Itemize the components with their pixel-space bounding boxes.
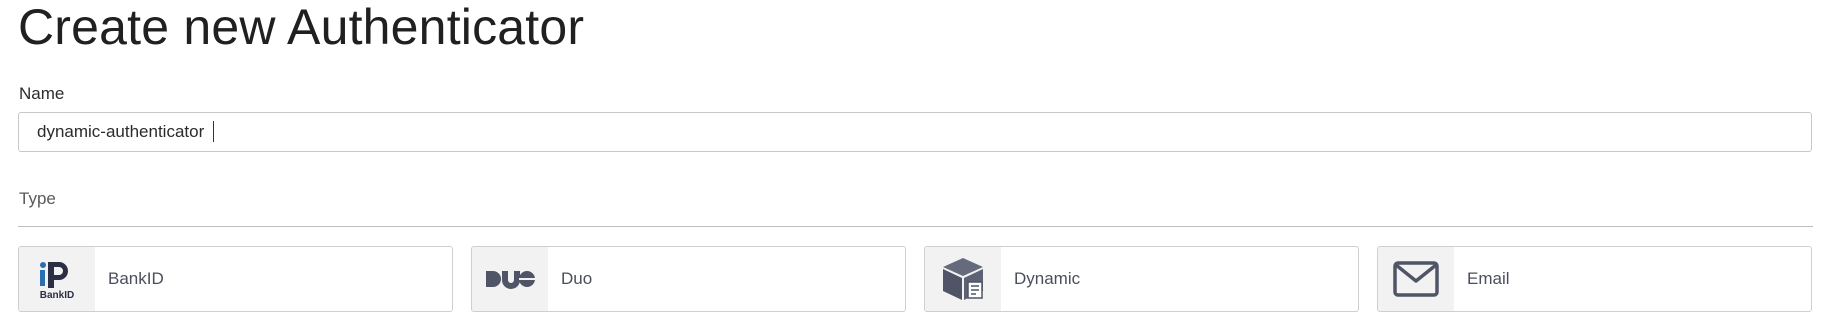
type-card-label: Duo — [561, 269, 593, 288]
type-card-email[interactable]: Email — [1377, 246, 1812, 312]
type-card-duo[interactable]: Duo — [471, 246, 906, 312]
bankid-icon-text: BankID — [40, 290, 74, 301]
type-card-label: Dynamic — [1014, 269, 1081, 288]
bankid-icon: BankID — [19, 247, 95, 311]
type-card-label: Email — [1467, 269, 1510, 288]
type-card-dynamic[interactable]: Dynamic — [924, 246, 1359, 312]
type-label: Type — [19, 189, 56, 208]
page-title: Create new Authenticator — [18, 0, 585, 55]
divider — [18, 226, 1813, 227]
envelope-icon — [1378, 247, 1454, 311]
type-card-label: BankID — [108, 269, 164, 288]
type-grid: BankID BankID Duo Dynamic Email — [18, 246, 1812, 312]
package-icon — [925, 247, 1001, 311]
duo-icon — [472, 247, 548, 311]
name-label: Name — [19, 84, 65, 103]
name-input[interactable] — [18, 112, 1812, 152]
type-card-bankid[interactable]: BankID BankID — [18, 246, 453, 312]
text-cursor — [213, 121, 214, 142]
